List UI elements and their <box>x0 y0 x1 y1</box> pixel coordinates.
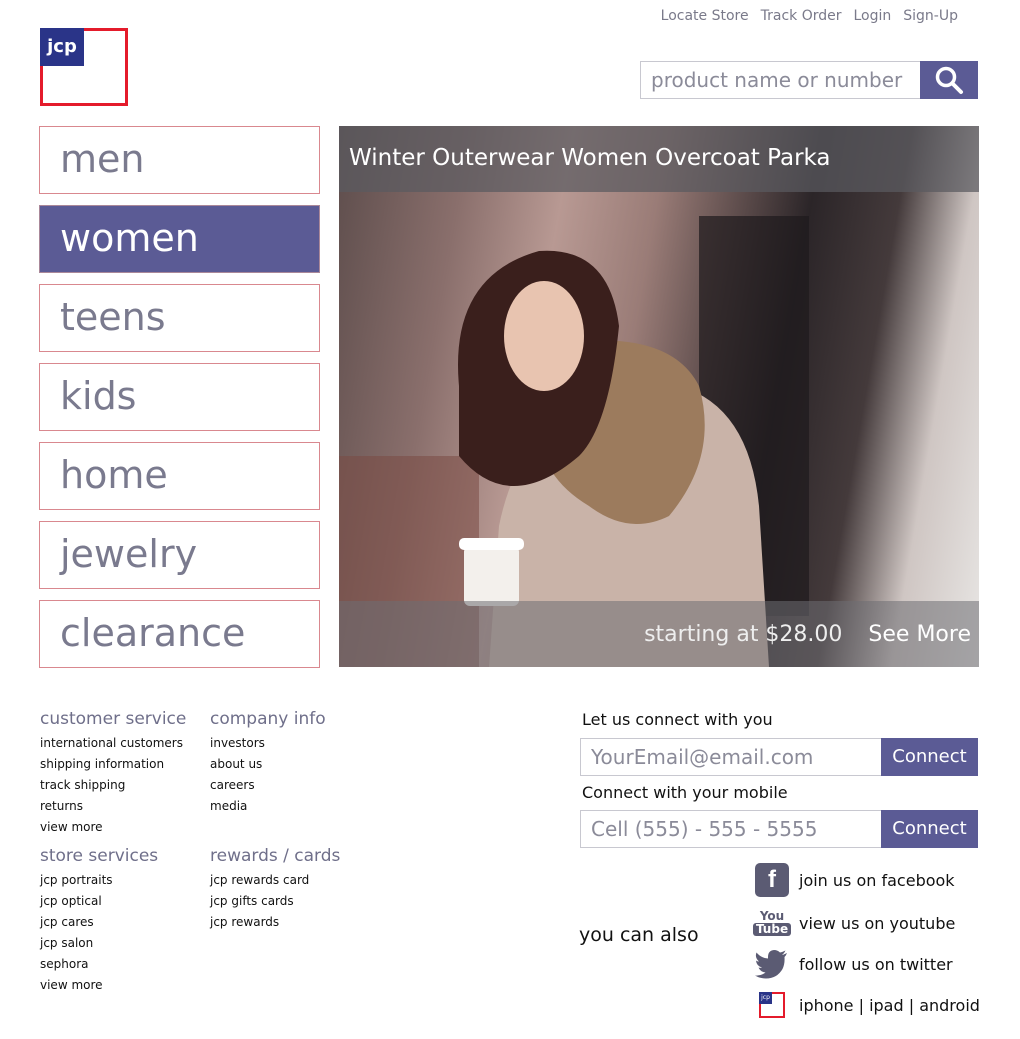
youtube-link[interactable]: You Tube view us on youtube <box>752 906 956 940</box>
company-info-heading: company info <box>210 709 326 729</box>
nav-item-teens[interactable]: teens <box>39 284 320 352</box>
hero-photo <box>339 216 809 667</box>
customer-service-section: customer service international customers… <box>40 709 186 841</box>
footer-link[interactable]: media <box>210 799 326 814</box>
footer-link[interactable]: shipping information <box>40 757 186 772</box>
hero-title: Winter Outerwear Women Overcoat Parka <box>339 126 979 192</box>
youtube-icon-bottom: Tube <box>752 923 792 936</box>
customer-service-heading: customer service <box>40 709 187 729</box>
sign-up-link[interactable]: Sign-Up <box>903 8 958 24</box>
top-links: Locate Store Track Order Login Sign-Up <box>661 8 958 24</box>
footer-link[interactable]: track shipping <box>40 778 186 793</box>
jcp-app-icon: jcp <box>755 988 789 1022</box>
nav-item-jewelry[interactable]: jewelry <box>39 521 320 589</box>
search-input[interactable]: product name or number <box>640 61 920 99</box>
twitter-link[interactable]: follow us on twitter <box>755 947 953 981</box>
footer-link[interactable]: careers <box>210 778 326 793</box>
footer-link[interactable]: international customers <box>40 736 186 751</box>
you-can-also-label: you can also <box>579 924 699 946</box>
footer-link[interactable]: investors <box>210 736 326 751</box>
facebook-icon: f <box>755 863 789 897</box>
nav-item-clearance[interactable]: clearance <box>39 600 320 668</box>
footer-link[interactable]: jcp optical <box>40 894 158 909</box>
nav-item-home[interactable]: home <box>39 442 320 510</box>
nav-item-men[interactable]: men <box>39 126 320 194</box>
search-icon <box>935 66 963 94</box>
youtube-icon: You Tube <box>752 906 792 940</box>
nav-item-kids[interactable]: kids <box>39 363 320 431</box>
facebook-link[interactable]: f join us on facebook <box>755 863 955 897</box>
facebook-label: join us on facebook <box>799 870 955 890</box>
see-more-link[interactable]: See More <box>868 622 971 647</box>
search-bar: product name or number <box>640 61 978 99</box>
store-services-heading: store services <box>40 846 159 866</box>
footer-link[interactable]: jcp salon <box>40 936 158 951</box>
email-connect-label: Let us connect with you <box>582 710 773 729</box>
hero-price: starting at $28.00 <box>644 621 843 647</box>
footer-link[interactable]: about us <box>210 757 326 772</box>
company-info-section: company info investors about us careers … <box>210 709 326 820</box>
logo-text: jcp <box>40 28 84 66</box>
rewards-cards-section: rewards / cards jcp rewards card jcp gif… <box>210 846 340 936</box>
mobile-connect-button[interactable]: Connect <box>881 810 978 848</box>
youtube-label: view us on youtube <box>799 913 956 933</box>
nav-item-women[interactable]: women <box>39 205 320 273</box>
footer-link[interactable]: view more <box>40 820 186 835</box>
footer-link[interactable]: jcp cares <box>40 915 158 930</box>
mobile-connect-row: Cell (555) - 555 - 5555 Connect <box>580 810 978 848</box>
footer-link[interactable]: view more <box>40 978 158 993</box>
footer-link[interactable]: jcp rewards <box>210 915 340 930</box>
rewards-cards-heading: rewards / cards <box>210 846 341 866</box>
twitter-icon <box>755 947 789 981</box>
footer-link[interactable]: returns <box>40 799 186 814</box>
search-button[interactable] <box>920 61 978 99</box>
track-order-link[interactable]: Track Order <box>761 8 842 24</box>
hero-banner[interactable]: Winter Outerwear Women Overcoat Parka st… <box>339 126 979 667</box>
email-connect-row: YourEmail@email.com Connect <box>580 738 978 776</box>
login-link[interactable]: Login <box>853 8 891 24</box>
category-nav: men women teens kids home jewelry cleara… <box>39 126 320 679</box>
mobile-connect-label: Connect with your mobile <box>582 783 788 802</box>
mobile-apps-label: iphone | ipad | android <box>799 995 980 1015</box>
hero-caption-bar: starting at $28.00 See More <box>339 601 979 667</box>
email-connect-button[interactable]: Connect <box>881 738 978 776</box>
footer-link[interactable]: jcp portraits <box>40 873 158 888</box>
footer-link[interactable]: sephora <box>40 957 158 972</box>
twitter-label: follow us on twitter <box>799 954 953 974</box>
footer-link[interactable]: jcp gifts cards <box>210 894 340 909</box>
locate-store-link[interactable]: Locate Store <box>661 8 749 24</box>
mobile-apps-link[interactable]: jcp iphone | ipad | android <box>755 988 980 1022</box>
email-field[interactable]: YourEmail@email.com <box>580 738 881 776</box>
footer-link[interactable]: jcp rewards card <box>210 873 340 888</box>
mobile-field[interactable]: Cell (555) - 555 - 5555 <box>580 810 881 848</box>
store-services-section: store services jcp portraits jcp optical… <box>40 846 158 999</box>
jcp-logo[interactable]: jcp <box>40 28 128 106</box>
